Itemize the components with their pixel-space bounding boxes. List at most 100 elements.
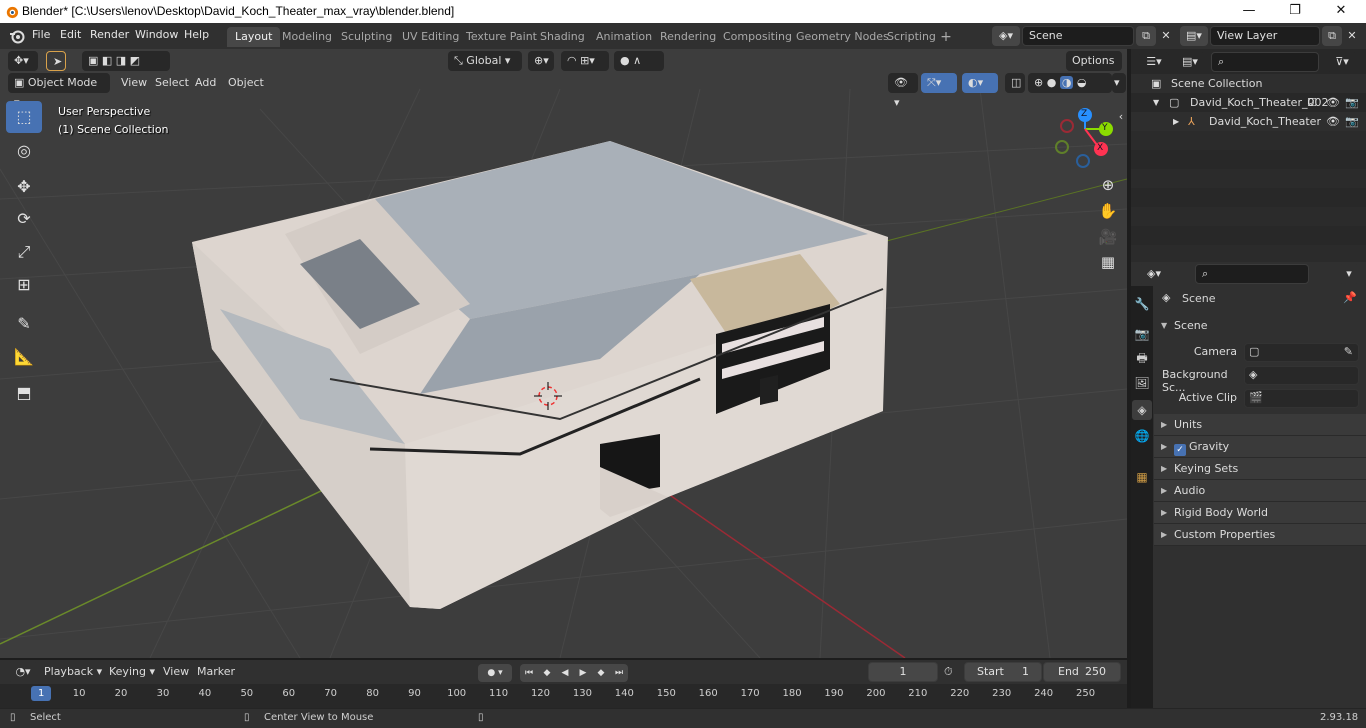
snapping-icon[interactable]: ◠ ⊞▾ — [561, 51, 609, 71]
properties-search-input[interactable]: ⌕ — [1195, 264, 1309, 284]
scene-tab-icon[interactable]: ◈ — [1132, 400, 1152, 420]
menu-window[interactable]: Window — [135, 28, 178, 41]
render-camera-icon[interactable]: 📷 — [1345, 93, 1359, 112]
auto-keying-icon[interactable]: ● ▾ — [478, 664, 512, 682]
scene-browse-icon[interactable]: ◈▾ — [992, 26, 1020, 46]
properties-editor-type-icon[interactable]: ◈▾ — [1139, 264, 1169, 284]
output-tab-icon[interactable]: 🖶 — [1132, 348, 1152, 368]
view-layer-field[interactable]: View Layer — [1210, 26, 1320, 46]
pivot-point-icon[interactable]: ⊕▾ — [528, 51, 554, 71]
gravity-checkbox[interactable]: ✓ — [1174, 444, 1186, 456]
cursor-tool-icon[interactable]: ◎ — [6, 135, 42, 167]
jump-keyframe-forward-icon[interactable]: ◆ — [592, 664, 610, 682]
render-tab-icon[interactable]: 📷 — [1132, 324, 1152, 344]
scene-name-field[interactable]: Scene — [1022, 26, 1134, 46]
panel-keying-sets[interactable]: ▶ Keying Sets — [1154, 458, 1366, 480]
properties-options-icon[interactable]: ▾ — [1339, 264, 1359, 284]
background-scene-field[interactable]: ◈ — [1244, 366, 1359, 385]
delete-scene-icon[interactable]: ✕ — [1156, 26, 1176, 46]
current-frame-field[interactable]: 1 — [868, 662, 938, 682]
panel-audio[interactable]: ▶ Audio — [1154, 480, 1366, 502]
tab-modeling[interactable]: Modeling — [274, 27, 340, 47]
maximize-button[interactable]: ❐ — [1272, 0, 1318, 23]
start-frame-field[interactable]: Start 1 — [964, 662, 1042, 682]
tab-rendering[interactable]: Rendering — [652, 27, 724, 47]
add-cube-tool-icon[interactable]: ⬒ — [6, 377, 42, 409]
pan-hand-icon[interactable]: ✋ — [1095, 198, 1121, 224]
pin-icon[interactable]: 📌 — [1343, 291, 1357, 304]
panel-custom-properties[interactable]: ▶ Custom Properties — [1154, 524, 1366, 546]
tab-sculpting[interactable]: Sculpting — [333, 27, 400, 47]
move-tool-icon[interactable]: ✥ — [6, 171, 42, 203]
menu-help[interactable]: Help — [184, 28, 209, 41]
select-box-tool-icon[interactable]: ⬚ — [6, 101, 42, 133]
visibility-eye-icon[interactable]: 👁 — [1326, 93, 1340, 112]
object-mode-dropdown[interactable]: ▣ Object Mode ▾ — [8, 73, 110, 109]
jump-end-icon[interactable]: ⏭ — [610, 664, 628, 682]
view-layer-browse-icon[interactable]: ▤▾ — [1180, 26, 1208, 46]
view-layer-tab-icon[interactable]: 🖼 — [1132, 373, 1152, 393]
tool-tab-icon[interactable]: 🔧 — [1132, 294, 1152, 314]
menu-render[interactable]: Render — [90, 28, 129, 41]
select-mode-icon[interactable]: ➤ — [46, 51, 66, 71]
rotate-tool-icon[interactable]: ⟳ — [6, 203, 42, 235]
menu-edit[interactable]: Edit — [60, 28, 81, 41]
annotate-tool-icon[interactable]: ✎ — [6, 308, 42, 340]
end-frame-field[interactable]: End 250 — [1043, 662, 1121, 682]
panel-rigid-body-world[interactable]: ▶ Rigid Body World — [1154, 502, 1366, 524]
jump-start-icon[interactable]: ⏮ — [520, 664, 538, 682]
tab-shading[interactable]: Shading — [532, 27, 593, 47]
editor-type-icon[interactable]: ✥▾ — [8, 51, 38, 71]
timeline-menu-marker[interactable]: Marker — [197, 662, 235, 682]
outliner-editor-type-icon[interactable]: ☰▾ — [1139, 52, 1169, 72]
outliner-search-input[interactable]: ⌕ — [1211, 52, 1319, 72]
transform-orientation-dropdown[interactable]: ⤡ Global ▾ — [448, 51, 522, 71]
tab-layout[interactable]: Layout — [227, 27, 281, 47]
timeline-menu-playback[interactable]: Playback ▾ — [44, 662, 102, 682]
proportional-editing-icon[interactable]: ● ∧ — [614, 51, 664, 71]
tab-scripting[interactable]: Scripting — [879, 27, 944, 47]
gizmo-toggle-icon[interactable]: ⤧▾ — [921, 73, 957, 93]
eyedropper-icon[interactable]: ✎ — [1344, 345, 1353, 358]
minimize-button[interactable]: — — [1226, 0, 1272, 23]
overlays-toggle-icon[interactable]: ◐▾ — [962, 73, 998, 93]
texture-tab-icon[interactable]: ▦ — [1132, 467, 1152, 487]
new-view-layer-icon[interactable]: ⧉ — [1322, 26, 1342, 46]
scale-tool-icon[interactable]: ⤢ — [6, 236, 42, 268]
panel-units[interactable]: ▶ Units — [1154, 414, 1366, 436]
scene-section-header[interactable]: ▼ Scene — [1154, 315, 1366, 337]
tab-animation[interactable]: Animation — [588, 27, 660, 47]
delete-view-layer-icon[interactable]: ✕ — [1342, 26, 1362, 46]
expand-arrow-icon[interactable]: ▼ — [1153, 93, 1159, 112]
outliner-row-theater-object[interactable]: ▶ ⅄ David_Koch_Theater 👁 📷 — [1131, 112, 1366, 131]
panel-gravity[interactable]: ▶ ✓ Gravity — [1154, 436, 1366, 458]
visibility-eye-icon[interactable]: 👁 — [1326, 112, 1340, 131]
selection-box-icons[interactable]: ▣ ◧ ◨ ◩ — [82, 51, 170, 71]
tab-uv-editing[interactable]: UV Editing — [394, 27, 467, 47]
outliner-row-scene-collection[interactable]: ▣ Scene Collection — [1131, 74, 1366, 93]
render-camera-icon[interactable]: 📷 — [1345, 112, 1359, 131]
play-icon[interactable]: ▶ — [574, 664, 592, 682]
camera-field[interactable]: ▢ ✎ — [1244, 343, 1359, 362]
shading-modes-icons[interactable]: ⊕ ● ◑ ◒ — [1028, 73, 1112, 93]
jump-keyframe-back-icon[interactable]: ◆ — [538, 664, 556, 682]
sidebar-toggle-icon[interactable]: ‹ — [1115, 104, 1127, 130]
active-clip-field[interactable]: 🎬 — [1244, 389, 1359, 408]
viewport-menu-add[interactable]: Add — [195, 73, 216, 93]
display-mode-icon[interactable]: ▤▾ — [1175, 52, 1205, 72]
filter-icon[interactable]: ⊽▾ — [1327, 52, 1357, 72]
timeline-ruler[interactable]: 1 10 20 30 40 50 60 70 80 90 100 110 120 130 140 150 160… — [0, 684, 1127, 708]
options-dropdown[interactable]: Options ▾ — [1066, 51, 1122, 87]
add-workspace-button[interactable]: + — [936, 27, 956, 47]
zoom-icon[interactable]: ⊕ — [1095, 172, 1121, 198]
shading-options-icon[interactable]: ▾ — [1112, 73, 1126, 93]
viewport-menu-view[interactable]: View — [121, 73, 147, 93]
viewport-menu-select[interactable]: Select — [155, 73, 189, 93]
3d-viewport[interactable]: Z Y X ✥▾ ➤ ▣ ◧ ◨ ◩ ⤡ Global ▾ ⊕▾ ◠ ⊞▾ ● … — [0, 49, 1127, 658]
play-reverse-icon[interactable]: ◀ — [556, 664, 574, 682]
camera-view-icon[interactable]: 🎥 — [1095, 224, 1121, 250]
close-button[interactable]: ✕ — [1318, 0, 1364, 23]
xray-toggle-icon[interactable]: ◫ — [1005, 73, 1025, 93]
timeline-editor-type-icon[interactable]: ◔▾ — [8, 662, 38, 682]
timeline-menu-keying[interactable]: Keying ▾ — [109, 662, 155, 682]
